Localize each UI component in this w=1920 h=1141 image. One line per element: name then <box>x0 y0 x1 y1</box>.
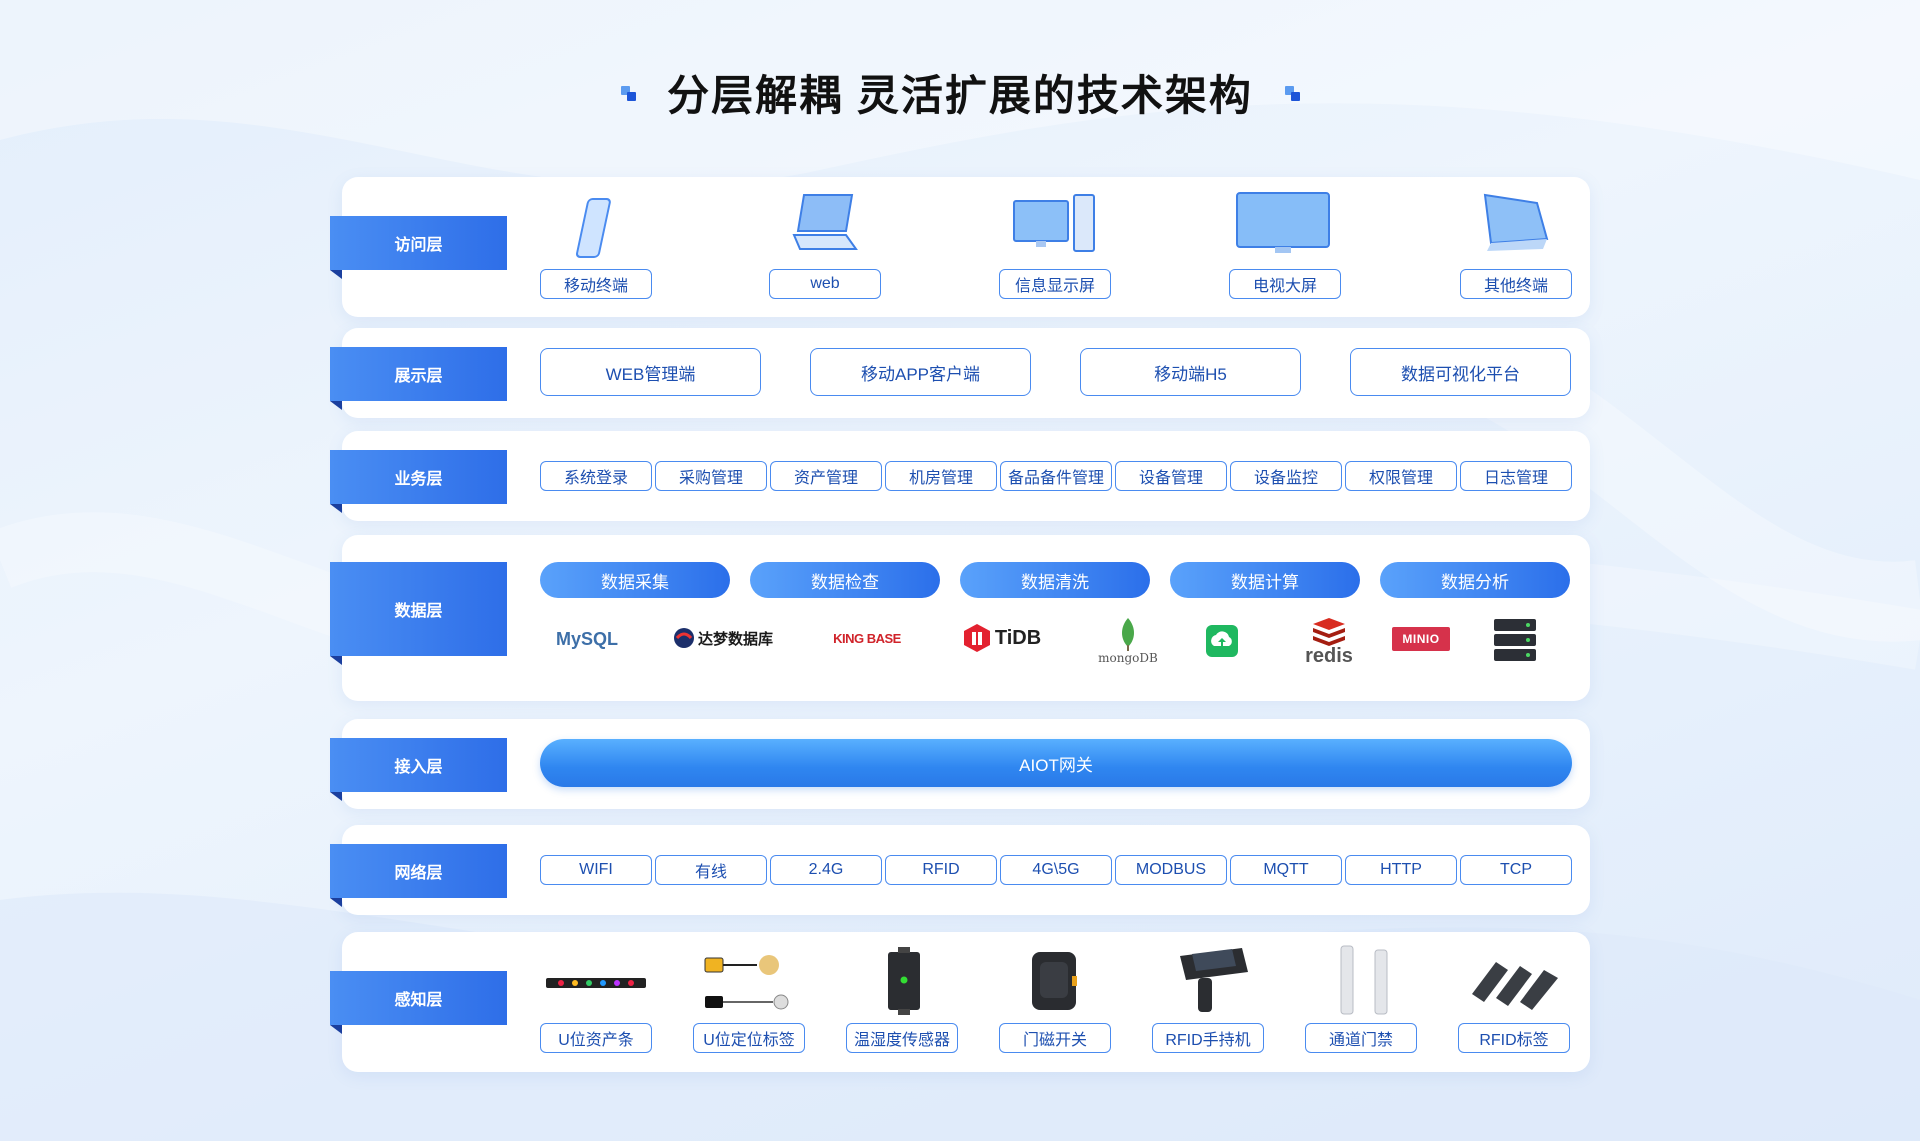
header: 分层解耦 灵活扩展的技术架构 <box>0 62 1920 123</box>
business-item: 备品备件管理 <box>1000 461 1112 491</box>
mongodb-logo: mongoDB <box>1090 613 1166 669</box>
server-stack-logo <box>1490 617 1540 663</box>
network-item: TCP <box>1460 855 1572 885</box>
access-item-mobile: 移动终端 <box>540 269 652 299</box>
cloud-upload-logo <box>1202 621 1242 661</box>
layer-tag-display: 展示层 <box>330 347 507 410</box>
access-item-tv: 电视大屏 <box>1229 269 1341 299</box>
dameng-mark-icon <box>673 628 694 648</box>
business-item: 系统登录 <box>540 461 652 491</box>
server-stack-icon <box>1494 619 1536 661</box>
desktop-computer-icon <box>1013 194 1095 252</box>
access-item-other: 其他终端 <box>1460 269 1572 299</box>
layer-tag-business: 业务层 <box>330 450 507 513</box>
cloud-upload-icon <box>1206 625 1238 657</box>
display-item-mobile-h5: 移动端H5 <box>1080 348 1301 396</box>
business-item: 权限管理 <box>1345 461 1457 491</box>
rfid-tag-icon <box>1472 962 1558 1010</box>
door-magnetic-switch-icon <box>1032 952 1077 1010</box>
network-item: 4G\5G <box>1000 855 1112 885</box>
tablet-icon <box>1483 193 1549 251</box>
redis-logo: redis <box>1294 613 1364 669</box>
layer-tag-data: 数据层 <box>330 562 507 665</box>
business-item: 采购管理 <box>655 461 767 491</box>
network-item: WIFI <box>540 855 652 885</box>
dameng-logo-text: 达梦数据库 <box>697 630 773 648</box>
data-stage-collect: 数据采集 <box>540 562 730 598</box>
minio-logo-text: MINIO <box>1402 632 1440 646</box>
business-item: 资产管理 <box>770 461 882 491</box>
data-stage-check: 数据检查 <box>750 562 940 598</box>
aiot-gateway-bar: AIOT网关 <box>540 739 1572 787</box>
business-item: 设备监控 <box>1230 461 1342 491</box>
data-stage-analyze: 数据分析 <box>1380 562 1570 598</box>
mongodb-logo-text: mongoDB <box>1098 651 1158 665</box>
mysql-logo-text: MySQL <box>555 628 618 649</box>
page-title: 分层解耦 灵活扩展的技术架构 <box>667 72 1253 119</box>
mobile-phone-icon <box>575 198 611 258</box>
display-item-web-admin: WEB管理端 <box>540 348 761 396</box>
tidb-logo: TiDB <box>960 621 1044 655</box>
mongodb-leaf-icon <box>1122 618 1134 651</box>
perception-item: U位资产条 <box>540 1023 652 1053</box>
kingbase-logo-text: KING BASE <box>833 630 901 646</box>
tv-screen-icon <box>1236 192 1330 253</box>
layer-tag-network: 网络层 <box>330 844 507 907</box>
data-stage-clean: 数据清洗 <box>960 562 1150 598</box>
network-item: 2.4G <box>770 855 882 885</box>
network-item: MODBUS <box>1115 855 1227 885</box>
rfid-handheld-icon <box>1180 948 1248 1012</box>
tidb-mark-icon <box>963 624 990 652</box>
display-item-mobile-app: 移动APP客户端 <box>810 348 1031 396</box>
u-location-tag-icon <box>704 955 789 1010</box>
perception-item: 温湿度传感器 <box>846 1023 958 1053</box>
title-decoration-right-icon <box>1283 84 1301 102</box>
network-item: 有线 <box>655 855 767 885</box>
layer-ingress: 接入层 AIOT网关 <box>330 719 1590 809</box>
display-item-data-viz: 数据可视化平台 <box>1350 348 1571 396</box>
layer-network: 网络层 WIFI 有线 2.4G RFID 4G\5G MODBUS MQTT … <box>330 825 1590 915</box>
tidb-logo-text: TiDB <box>994 626 1042 649</box>
layer-data: 数据层 数据采集 数据检查 数据清洗 数据计算 数据分析 MySQL 达梦数据库… <box>330 535 1590 701</box>
perception-item: U位定位标签 <box>693 1023 805 1053</box>
title-decoration-left-icon <box>619 84 637 102</box>
mysql-logo: MySQL <box>552 615 622 663</box>
perception-item: RFID手持机 <box>1152 1023 1264 1053</box>
data-stage-compute: 数据计算 <box>1170 562 1360 598</box>
layer-display: 展示层 WEB管理端 移动APP客户端 移动端H5 数据可视化平台 <box>330 328 1590 418</box>
perception-item: 门磁开关 <box>999 1023 1111 1053</box>
layer-tag-access: 访问层 <box>330 216 507 279</box>
business-item: 机房管理 <box>885 461 997 491</box>
perception-item: RFID标签 <box>1458 1023 1570 1053</box>
network-item: RFID <box>885 855 997 885</box>
redis-stack-icon <box>1313 618 1345 646</box>
dameng-logo: 达梦数据库 <box>667 623 779 653</box>
layer-tag-ingress: 接入层 <box>330 738 507 801</box>
temp-humidity-sensor-icon <box>888 947 920 1015</box>
access-item-info-display: 信息显示屏 <box>999 269 1111 299</box>
network-item: HTTP <box>1345 855 1457 885</box>
layer-perception: 感知层 U位资产条 U位定位标签 温湿度传感器 门磁开关 RFID手持机 通道门… <box>330 932 1590 1072</box>
layer-tag-perception: 感知层 <box>330 971 507 1034</box>
layer-business: 业务层 系统登录 采购管理 资产管理 机房管理 备品备件管理 设备管理 设备监控… <box>330 431 1590 521</box>
business-item: 日志管理 <box>1460 461 1572 491</box>
perception-item: 通道门禁 <box>1305 1023 1417 1053</box>
network-item: MQTT <box>1230 855 1342 885</box>
business-item: 设备管理 <box>1115 461 1227 491</box>
u-asset-strip-icon <box>546 978 646 988</box>
layer-access: 访问层 移动终端 web 信息显示屏 电视大屏 其他终端 <box>330 177 1590 317</box>
redis-logo-text: redis <box>1305 645 1353 667</box>
minio-logo: MINIO <box>1392 627 1450 651</box>
access-item-web: web <box>769 269 881 299</box>
access-gate-icon <box>1340 945 1388 1015</box>
laptop-icon <box>792 194 858 250</box>
kingbase-logo: KING BASE <box>817 623 917 653</box>
